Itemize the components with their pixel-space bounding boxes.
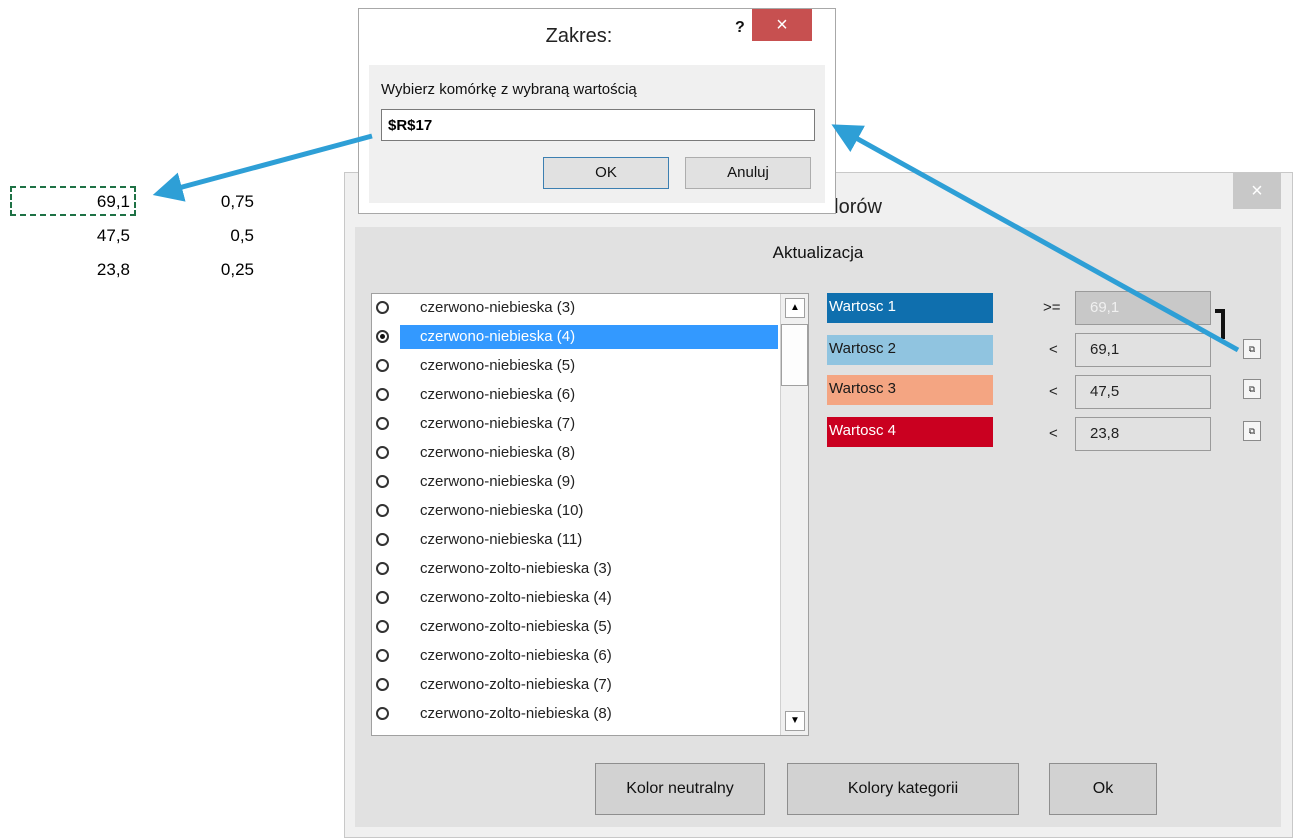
cell-s17-value[interactable]: 0,75 <box>170 192 254 212</box>
list-item[interactable]: czerwono-niebieska (9) <box>372 470 782 494</box>
list-item[interactable]: czerwono-niebieska (11) <box>372 528 782 552</box>
range-dialog-title: Zakres: <box>545 25 613 47</box>
radio-button[interactable] <box>376 707 389 720</box>
value4-ref-button[interactable]: ⧉ <box>1243 421 1261 441</box>
category-colors-button[interactable]: Kolory kategorii <box>787 763 1019 815</box>
cell-s18-value[interactable]: 0,5 <box>170 226 254 246</box>
value4-field[interactable]: 23,8 <box>1075 417 1211 451</box>
neutral-color-button[interactable]: Kolor neutralny <box>595 763 765 815</box>
radio-button[interactable] <box>376 301 389 314</box>
list-item-label: czerwono-zolto-niebieska (8) <box>420 705 612 722</box>
list-item-label: czerwono-niebieska (11) <box>420 531 583 548</box>
list-item[interactable]: czerwono-zolto-niebieska (6) <box>372 644 782 668</box>
list-item-label: czerwono-niebieska (4) <box>400 325 778 349</box>
close-button[interactable]: × <box>1233 173 1281 209</box>
range-dialog: Zakres: ? × Wybierz komórkę z wybraną wa… <box>358 8 836 214</box>
radio-button[interactable] <box>376 417 389 430</box>
radio-button[interactable] <box>376 475 389 488</box>
radio-button[interactable] <box>376 330 389 343</box>
range-input[interactable] <box>381 109 815 141</box>
scroll-thumb[interactable] <box>781 324 808 386</box>
radio-button[interactable] <box>376 620 389 633</box>
radio-button[interactable] <box>376 359 389 372</box>
list-item[interactable]: czerwono-niebieska (5) <box>372 354 782 378</box>
range-prompt: Wybierz komórkę z wybraną wartością <box>381 81 637 98</box>
list-item-label: czerwono-niebieska (7) <box>420 415 576 432</box>
list-item-label: czerwono-zolto-niebieska (5) <box>420 618 612 635</box>
scroll-up-button[interactable]: ▲ <box>785 298 805 318</box>
value4-color-label: Wartosc 4 <box>827 417 993 447</box>
list-item-label: czerwono-zolto-niebieska (6) <box>420 647 612 664</box>
list-item[interactable]: czerwono-niebieska (10) <box>372 499 782 523</box>
list-item[interactable]: czerwono-niebieska (4) <box>372 325 782 349</box>
list-item[interactable]: czerwono-niebieska (6) <box>372 383 782 407</box>
value2-operator: < <box>1049 341 1058 358</box>
radio-button[interactable] <box>376 649 389 662</box>
radio-button[interactable] <box>376 504 389 517</box>
value3-ref-button[interactable]: ⧉ <box>1243 379 1261 399</box>
list-item-label: czerwono-niebieska (3) <box>420 299 576 316</box>
cell-s19-value[interactable]: 0,25 <box>170 260 254 280</box>
range-ok-button[interactable]: OK <box>543 157 669 189</box>
help-button[interactable]: ? <box>735 19 745 37</box>
range-cancel-button[interactable]: Anuluj <box>685 157 811 189</box>
value1-field: 69,1 <box>1075 291 1211 325</box>
radio-button[interactable] <box>376 533 389 546</box>
list-item[interactable]: czerwono-zolto-niebieska (5) <box>372 615 782 639</box>
list-item-label: czerwono-niebieska (10) <box>420 502 584 519</box>
value3-color-label: Wartosc 3 <box>827 375 993 405</box>
dialog-body: Aktualizacja czerwono-niebieska (3) czerw… <box>355 227 1281 827</box>
section-heading: Aktualizacja <box>772 243 864 262</box>
value1-operator: >= <box>1043 299 1061 316</box>
scroll-down-button[interactable]: ▼ <box>785 711 805 731</box>
radio-button[interactable] <box>376 678 389 691</box>
range-dialog-body: Wybierz komórkę z wybraną wartością OK A… <box>369 65 825 203</box>
radio-button[interactable] <box>376 388 389 401</box>
range-close-button[interactable]: × <box>752 9 812 41</box>
color-scale-dialog: olorów × Aktualizacja czerwono-niebieska… <box>344 172 1293 838</box>
list-item[interactable]: czerwono-niebieska (3) <box>372 296 782 320</box>
value2-ref-button[interactable]: ⧉ <box>1243 339 1261 359</box>
cell-r18-value[interactable]: 47,5 <box>40 226 130 246</box>
value2-field[interactable]: 69,1 <box>1075 333 1211 367</box>
bracket-icon <box>1215 309 1225 339</box>
value1-color-label: Wartosc 1 <box>827 293 993 323</box>
list-item[interactable]: czerwono-zolto-niebieska (7) <box>372 673 782 697</box>
radio-button[interactable] <box>376 591 389 604</box>
palette-list[interactable]: czerwono-niebieska (3) czerwono-niebieska… <box>371 293 809 736</box>
list-item-label: czerwono-zolto-niebieska (4) <box>420 589 612 606</box>
list-item[interactable]: czerwono-zolto-niebieska (4) <box>372 586 782 610</box>
list-item[interactable]: czerwono-zolto-niebieska (3) <box>372 557 782 581</box>
radio-button[interactable] <box>376 562 389 575</box>
list-item-label: czerwono-niebieska (5) <box>420 357 576 374</box>
value2-color-label: Wartosc 2 <box>827 335 993 365</box>
list-item-label: czerwono-niebieska (6) <box>420 386 576 403</box>
cell-r17-value[interactable]: 69,1 <box>40 192 130 212</box>
list-item-label: czerwono-niebieska (8) <box>420 444 576 461</box>
list-item[interactable]: czerwono-niebieska (8) <box>372 441 782 465</box>
list-scrollbar[interactable]: ▲ ▼ <box>780 294 808 735</box>
value3-operator: < <box>1049 383 1058 400</box>
arrow-to-cell <box>152 133 373 202</box>
radio-button[interactable] <box>376 446 389 459</box>
ok-button[interactable]: Ok <box>1049 763 1157 815</box>
cell-r19-value[interactable]: 23,8 <box>40 260 130 280</box>
list-item-label: czerwono-niebieska (9) <box>420 473 576 490</box>
list-item-label: czerwono-zolto-niebieska (3) <box>420 560 612 577</box>
list-item[interactable]: czerwono-zolto-niebieska (8) <box>372 702 782 726</box>
list-item-label: czerwono-zolto-niebieska (7) <box>420 676 612 693</box>
list-item[interactable]: czerwono-niebieska (7) <box>372 412 782 436</box>
value4-operator: < <box>1049 425 1058 442</box>
value3-field[interactable]: 47,5 <box>1075 375 1211 409</box>
